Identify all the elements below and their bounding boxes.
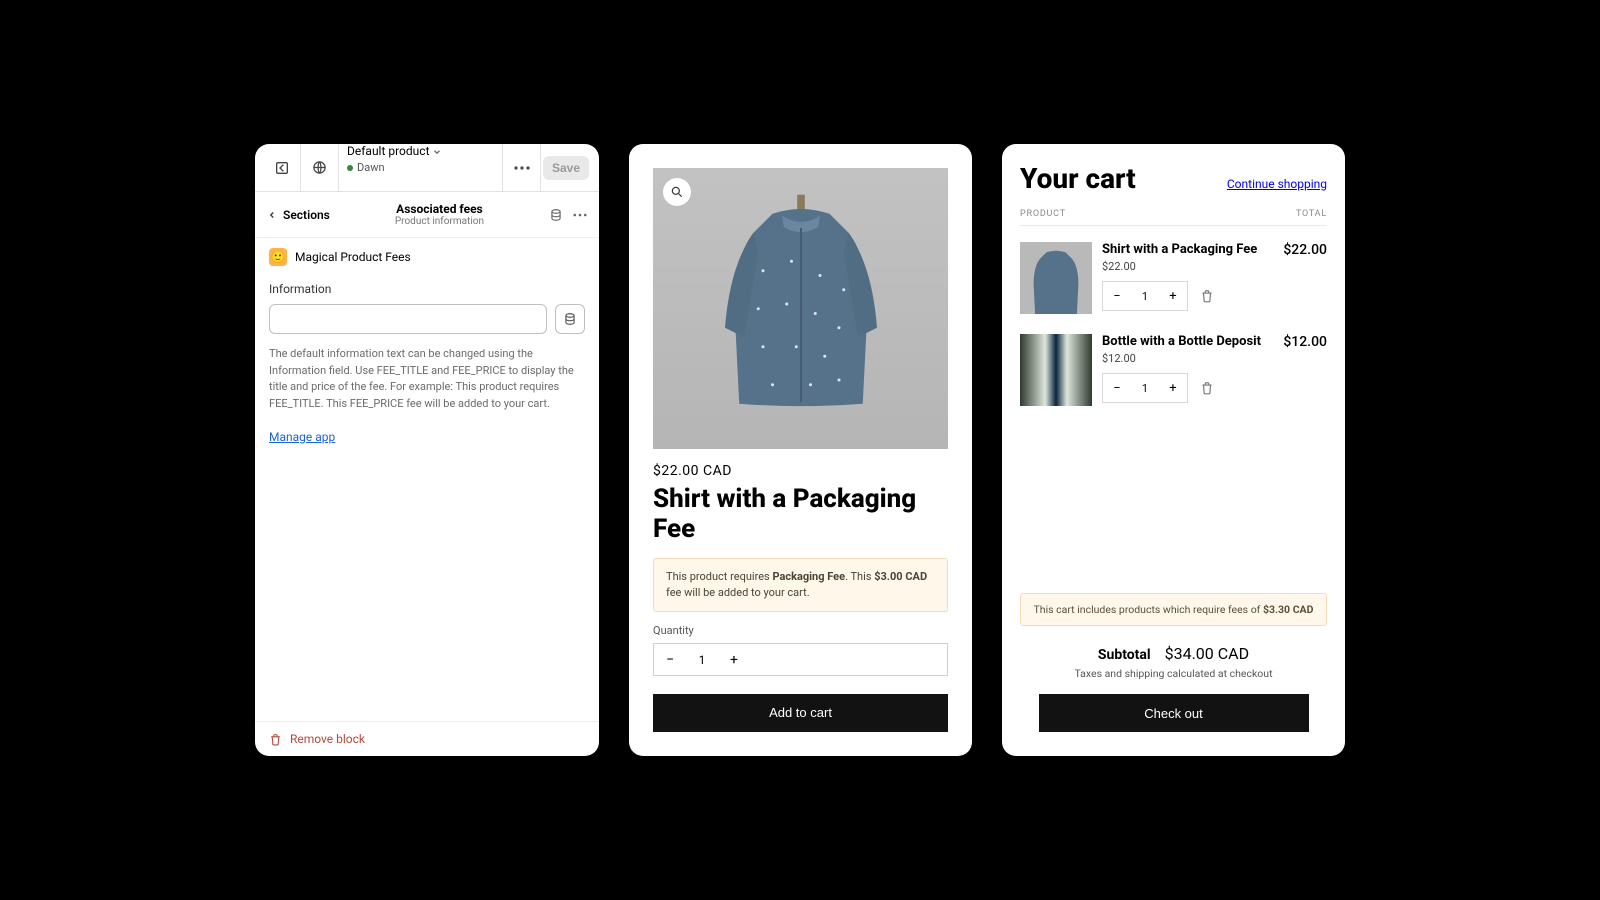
- qty-value: 1: [1131, 290, 1159, 303]
- qty-value: 1: [1131, 382, 1159, 395]
- qty-increase-button[interactable]: +: [1159, 381, 1187, 396]
- editor-breadcrumb: Sections Associated fees Product informa…: [255, 192, 599, 238]
- back-to-sections[interactable]: Sections: [267, 208, 330, 222]
- more-icon: [514, 166, 530, 170]
- fee-mid: . This: [845, 570, 874, 583]
- qty-decrease-button[interactable]: −: [1103, 289, 1131, 304]
- qty-decrease-button[interactable]: −: [1103, 381, 1131, 396]
- app-name: Magical Product Fees: [295, 250, 411, 264]
- fee-note-amount: $3.30 CAD: [1263, 603, 1314, 616]
- quantity-label: Quantity: [653, 624, 948, 637]
- fee-amount: $3.00 CAD: [874, 570, 927, 583]
- product-price: $22.00 CAD: [653, 463, 948, 479]
- block-subtitle: Product information: [338, 216, 541, 227]
- app-block-row[interactable]: 🙂 Magical Product Fees: [255, 238, 599, 276]
- zoom-icon: [670, 185, 684, 199]
- add-to-cart-button[interactable]: Add to cart: [653, 694, 948, 732]
- template-name: Default product: [347, 144, 430, 158]
- shirt-illustration: [1024, 246, 1088, 314]
- quantity-stepper: − 1 +: [653, 643, 948, 676]
- fee-note-pre: This cart includes products which requir…: [1034, 603, 1263, 616]
- shirt-illustration: [706, 194, 896, 414]
- col-product: PRODUCT: [1020, 209, 1066, 219]
- fee-pre: This product requires: [666, 570, 772, 583]
- product-image: [653, 168, 948, 449]
- cart-item-total: $12.00: [1273, 334, 1327, 406]
- trash-icon: [269, 733, 282, 746]
- more-icon[interactable]: [573, 213, 587, 217]
- cart-item-thumb: [1020, 242, 1092, 314]
- information-input[interactable]: [269, 304, 547, 334]
- remove-item-button[interactable]: [1200, 381, 1214, 395]
- shipping-note: Taxes and shipping calculated at checkou…: [1020, 667, 1327, 680]
- qty-decrease-button[interactable]: −: [654, 652, 686, 668]
- cart-fee-notice: This cart includes products which requir…: [1020, 593, 1327, 626]
- continue-shopping-link[interactable]: Continue shopping: [1227, 177, 1327, 191]
- information-help-text: The default information text can be chan…: [269, 346, 585, 412]
- exit-icon: [274, 160, 290, 176]
- more-actions-button[interactable]: [503, 144, 541, 191]
- cart-item-name: Shirt with a Packaging Fee: [1102, 242, 1263, 258]
- chevron-left-icon: [267, 210, 277, 220]
- cart-item-unit-price: $22.00: [1102, 260, 1263, 273]
- save-button[interactable]: Save: [543, 156, 589, 180]
- product-page-preview: $22.00 CAD Shirt with a Packaging Fee Th…: [629, 144, 972, 756]
- information-field-label: Information: [269, 282, 585, 296]
- chevron-down-icon: [432, 147, 442, 157]
- sections-label: Sections: [283, 208, 330, 222]
- fee-post: fee will be added to your cart.: [666, 586, 810, 599]
- status-dot-icon: [347, 165, 353, 171]
- product-title: Shirt with a Packaging Fee: [653, 485, 948, 545]
- exit-editor-button[interactable]: [263, 144, 301, 191]
- cart-title: Your cart: [1020, 162, 1136, 195]
- manage-app-link[interactable]: Manage app: [269, 430, 335, 444]
- database-icon: [563, 312, 577, 326]
- remove-block-label: Remove block: [290, 732, 365, 746]
- editor-top-bar: Default product Dawn Save: [255, 144, 599, 192]
- cart-page-preview: Your cart Continue shopping PRODUCT TOTA…: [1002, 144, 1345, 756]
- cart-item-unit-price: $12.00: [1102, 352, 1263, 365]
- cart-item-thumb: [1020, 334, 1092, 406]
- product-fee-notice: This product requires Packaging Fee. Thi…: [653, 558, 948, 612]
- database-icon[interactable]: [549, 208, 563, 222]
- cart-item-name: Bottle with a Bottle Deposit: [1102, 334, 1263, 350]
- cart-qty-stepper: − 1 +: [1102, 373, 1188, 403]
- fee-name: Packaging Fee: [772, 570, 845, 583]
- col-total: TOTAL: [1296, 209, 1327, 219]
- zoom-button[interactable]: [663, 178, 691, 206]
- locale-button[interactable]: [301, 144, 339, 191]
- qty-increase-button[interactable]: +: [1159, 289, 1187, 304]
- remove-block-button[interactable]: Remove block: [255, 721, 599, 756]
- dynamic-source-button[interactable]: [555, 304, 585, 334]
- theme-editor-panel: Default product Dawn Save Sections: [255, 144, 599, 756]
- qty-value: 1: [686, 653, 718, 667]
- block-title: Associated fees: [338, 202, 541, 216]
- theme-name: Dawn: [357, 161, 385, 175]
- cart-item-total: $22.00: [1273, 242, 1327, 314]
- subtotal-label: Subtotal: [1098, 647, 1151, 663]
- app-icon: 🙂: [269, 248, 287, 266]
- checkout-button[interactable]: Check out: [1039, 694, 1309, 732]
- cart-item: Bottle with a Bottle Deposit $12.00 − 1 …: [1020, 334, 1327, 406]
- qty-increase-button[interactable]: +: [718, 652, 750, 668]
- cart-item: Shirt with a Packaging Fee $22.00 − 1 + …: [1020, 242, 1327, 314]
- subtotal-value: $34.00 CAD: [1165, 644, 1250, 663]
- globe-icon: [312, 160, 327, 175]
- remove-item-button[interactable]: [1200, 289, 1214, 303]
- cart-qty-stepper: − 1 +: [1102, 281, 1188, 311]
- template-selector[interactable]: Default product Dawn: [339, 144, 503, 191]
